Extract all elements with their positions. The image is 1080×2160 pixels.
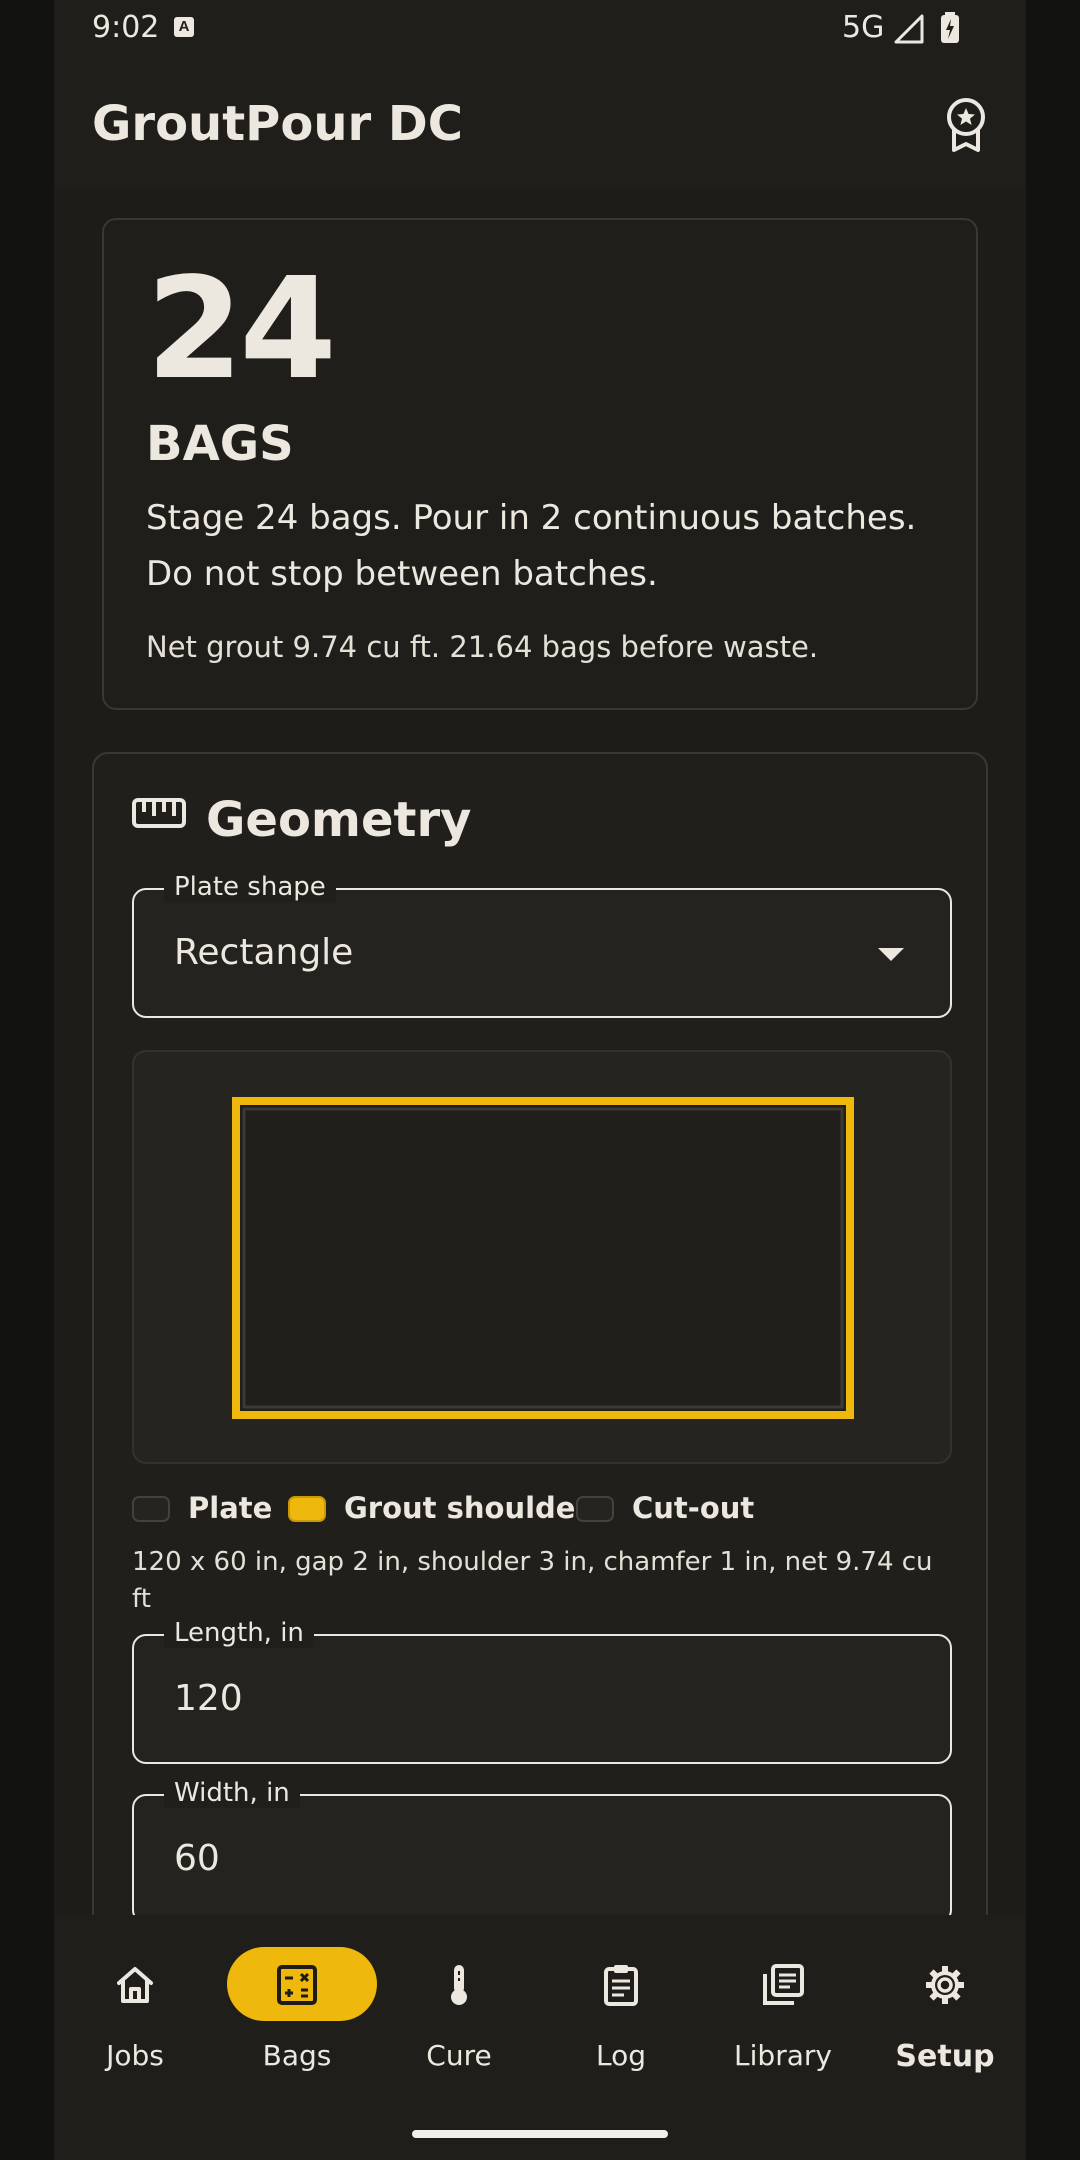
net-grout-summary: Net grout 9.74 cu ft. 21.64 bags before … <box>146 630 819 664</box>
width-input[interactable]: 60 <box>174 1838 220 1879</box>
award-button[interactable] <box>938 94 994 154</box>
thermometer-icon <box>451 1965 467 2005</box>
nav-setup[interactable]: Setup <box>864 1947 1026 2077</box>
bottom-navigation: Jobs Bags Cure Log Library Setup <box>54 1915 1026 2160</box>
legend-cut-out-swatch <box>576 1496 614 1522</box>
geometry-title: Geometry <box>206 792 472 848</box>
status-bar: 9:02 A 5G <box>54 0 1026 56</box>
status-time: 9:02 <box>92 10 160 45</box>
nav-library-label: Library <box>734 2039 832 2072</box>
clipboard-icon <box>604 1965 638 2006</box>
grout-shoulder-outline <box>232 1097 854 1419</box>
scroll-content[interactable]: 24 BAGS Stage 24 bags. Pour in 2 continu… <box>54 188 1026 1915</box>
nav-bags[interactable]: Bags <box>216 1947 378 2077</box>
pour-instruction: Stage 24 bags. Pour in 2 continuous batc… <box>146 498 917 594</box>
app-title: GroutPour DC <box>92 96 463 152</box>
bag-unit: BAGS <box>146 416 294 472</box>
nav-jobs[interactable]: Jobs <box>54 1947 216 2077</box>
geometry-card: Geometry Plate shape Rectangle Plate Gro… <box>92 752 988 1915</box>
app-bar: GroutPour DC <box>54 56 1026 188</box>
home-icon <box>117 1967 153 2003</box>
result-card: 24 BAGS Stage 24 bags. Pour in 2 continu… <box>102 218 978 710</box>
nav-cure-label: Cure <box>426 2039 492 2072</box>
library-icon <box>763 1964 804 2005</box>
calculator-icon <box>277 1965 317 2005</box>
chevron-down-icon <box>878 948 904 961</box>
battery-charging-icon <box>941 12 959 43</box>
legend-grout-shoulder-swatch <box>288 1496 326 1522</box>
legend-plate-swatch <box>132 1496 170 1522</box>
nav-library[interactable]: Library <box>702 1947 864 2077</box>
length-field[interactable]: Length, in 120 <box>132 1618 952 1764</box>
plate-shape-label: Plate shape <box>164 872 336 902</box>
notification-a-icon: A <box>174 17 194 37</box>
length-input[interactable]: 120 <box>174 1678 243 1719</box>
gear-icon <box>926 1966 964 2004</box>
nav-bags-label: Bags <box>262 2039 332 2072</box>
nav-setup-label: Setup <box>895 2039 995 2074</box>
award-icon <box>947 98 985 152</box>
plate-shape-dropdown[interactable]: Plate shape Rectangle <box>132 872 952 1018</box>
width-field[interactable]: Width, in 60 <box>132 1778 952 1915</box>
nav-cure[interactable]: Cure <box>378 1947 540 2077</box>
nav-jobs-label: Jobs <box>106 2039 164 2072</box>
legend-plate-label: Plate <box>188 1491 273 1525</box>
home-indicator[interactable] <box>412 2130 668 2138</box>
nav-log-label: Log <box>595 2039 646 2072</box>
legend-grout-shoulder-label: Grout shoulder <box>344 1491 590 1525</box>
nav-log[interactable]: Log <box>540 1947 702 2077</box>
preview-legend: Plate Grout shoulder Cut-out <box>132 1488 952 1532</box>
network-type: 5G <box>842 10 885 45</box>
signal-icon <box>894 14 924 44</box>
bag-count: 24 <box>146 248 337 411</box>
shape-preview <box>132 1050 952 1464</box>
legend-cut-out-label: Cut-out <box>632 1491 755 1525</box>
app-screen: 9:02 A 5G GroutPour DC 24 BAGS Stage 24 … <box>54 0 1026 2160</box>
width-label: Width, in <box>164 1778 300 1808</box>
ruler-icon <box>132 798 186 828</box>
length-label: Length, in <box>164 1618 314 1648</box>
plate-shape-value: Rectangle <box>174 932 354 973</box>
dimensions-summary: 120 x 60 in, gap 2 in, shoulder 3 in, ch… <box>132 1547 933 1614</box>
